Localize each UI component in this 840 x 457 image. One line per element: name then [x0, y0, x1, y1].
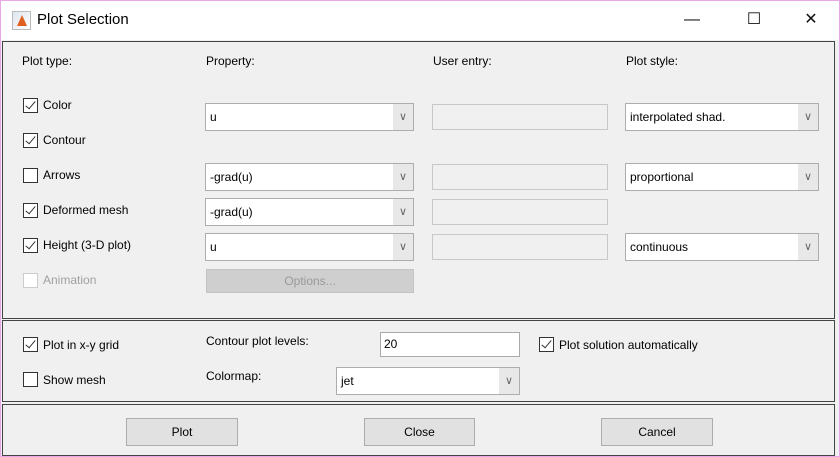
options-panel: Plot in x-y grid Show mesh Contour plot … [2, 320, 835, 402]
select-value: -grad(u) [210, 205, 253, 219]
window-title: Plot Selection [37, 11, 129, 28]
close-button[interactable]: Close [364, 418, 475, 446]
animation-label: Animation [43, 273, 97, 287]
maximize-icon[interactable]: ☐ [739, 9, 769, 31]
title-bar: Plot Selection — ☐ ✕ [1, 1, 839, 40]
deformed-property-select[interactable]: -grad(u) ∨ [205, 198, 414, 226]
select-value: proportional [630, 170, 694, 184]
contour-checkbox[interactable] [23, 133, 38, 148]
arrows-checkbox[interactable] [23, 168, 38, 183]
chevron-down-icon: ∨ [798, 104, 818, 130]
height-property-select[interactable]: u ∨ [205, 233, 414, 261]
minimize-icon[interactable]: — [677, 9, 707, 31]
chevron-down-icon: ∨ [393, 164, 413, 190]
color-checkbox[interactable] [23, 98, 38, 113]
deformed-mesh-label: Deformed mesh [43, 203, 129, 217]
height-user-entry[interactable] [432, 234, 608, 260]
options-button[interactable]: Options... [206, 269, 414, 293]
deformed-user-entry[interactable] [432, 199, 608, 225]
height-checkbox[interactable] [23, 238, 38, 253]
plot-selection-window: Plot Selection — ☐ ✕ Plot type: Property… [0, 0, 840, 457]
plot-button[interactable]: Plot [126, 418, 238, 446]
plot-grid-label: Plot in x-y grid [43, 338, 120, 352]
animation-checkbox[interactable] [23, 273, 38, 288]
height-style-select[interactable]: continuous ∨ [625, 233, 819, 261]
select-value: continuous [630, 240, 689, 254]
cancel-button[interactable]: Cancel [601, 418, 713, 446]
color-style-select[interactable]: interpolated shad. ∨ [625, 103, 819, 131]
auto-plot-label: Plot solution automatically [559, 338, 698, 352]
contour-levels-label: Contour plot levels: [206, 334, 309, 348]
chevron-down-icon: ∨ [499, 368, 519, 394]
height-label: Height (3-D plot) [43, 238, 132, 252]
arrows-property-select[interactable]: -grad(u) ∨ [205, 163, 414, 191]
arrows-style-select[interactable]: proportional ∨ [625, 163, 819, 191]
auto-plot-checkbox[interactable] [539, 337, 554, 352]
close-icon[interactable]: ✕ [796, 9, 826, 31]
colormap-select[interactable]: jet ∨ [336, 367, 520, 395]
chevron-down-icon: ∨ [393, 199, 413, 225]
plot-grid-checkbox[interactable] [23, 337, 38, 352]
deformed-mesh-checkbox[interactable] [23, 203, 38, 218]
contour-levels-input[interactable]: 20 [380, 332, 520, 357]
select-value: jet [341, 374, 354, 388]
matlab-icon [12, 11, 31, 30]
colormap-label: Colormap: [206, 369, 262, 383]
plot-type-panel: Plot type: Property: User entry: Plot st… [2, 41, 835, 319]
select-value: -grad(u) [210, 170, 253, 184]
chevron-down-icon: ∨ [393, 104, 413, 130]
contour-label: Contour [43, 133, 86, 147]
button-panel: Plot Close Cancel [2, 404, 835, 456]
arrows-user-entry[interactable] [432, 164, 608, 190]
plot-type-header: Plot type: [22, 54, 73, 68]
chevron-down-icon: ∨ [798, 234, 818, 260]
show-mesh-checkbox[interactable] [23, 372, 38, 387]
color-property-select[interactable]: u ∨ [205, 103, 414, 131]
arrows-label: Arrows [43, 168, 81, 182]
user-entry-header: User entry: [433, 54, 492, 68]
select-value: u [210, 240, 217, 254]
show-mesh-label: Show mesh [43, 373, 106, 387]
plot-style-header: Plot style: [626, 54, 679, 68]
color-label: Color [43, 98, 72, 112]
select-value: interpolated shad. [630, 110, 726, 124]
select-value: u [210, 110, 217, 124]
chevron-down-icon: ∨ [798, 164, 818, 190]
chevron-down-icon: ∨ [393, 234, 413, 260]
property-header: Property: [206, 54, 255, 68]
color-user-entry[interactable] [432, 104, 608, 130]
